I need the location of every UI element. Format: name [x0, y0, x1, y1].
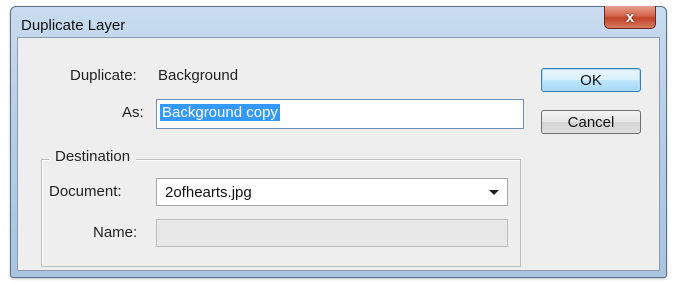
- name-label: Name:: [93, 224, 138, 241]
- title-bar[interactable]: Duplicate Layer x: [11, 6, 666, 41]
- close-icon: x: [625, 8, 635, 26]
- ok-button[interactable]: OK: [541, 68, 641, 92]
- duplicate-value: Background: [158, 67, 239, 84]
- as-input[interactable]: Background copy: [156, 99, 524, 129]
- dialog-body: Duplicate: Background As: Background cop…: [17, 37, 660, 271]
- as-label: As:: [122, 104, 144, 121]
- as-input-value: Background copy: [160, 104, 280, 121]
- window-title: Duplicate Layer: [21, 17, 126, 34]
- duplicate-layer-dialog: Duplicate Layer x Duplicate: Background …: [10, 6, 667, 278]
- cancel-button-label: Cancel: [567, 113, 615, 131]
- ok-button-label: OK: [580, 71, 602, 89]
- document-select-value: 2ofhearts.jpg: [165, 184, 252, 201]
- chevron-down-icon: [489, 190, 499, 195]
- document-select[interactable]: 2ofhearts.jpg: [156, 178, 508, 206]
- name-input[interactable]: [156, 219, 508, 247]
- document-label: Document:: [49, 183, 122, 200]
- destination-group: [41, 159, 521, 267]
- close-button[interactable]: x: [604, 6, 656, 29]
- duplicate-label: Duplicate:: [70, 67, 137, 84]
- destination-legend: Destination: [49, 148, 137, 165]
- cancel-button[interactable]: Cancel: [541, 110, 641, 134]
